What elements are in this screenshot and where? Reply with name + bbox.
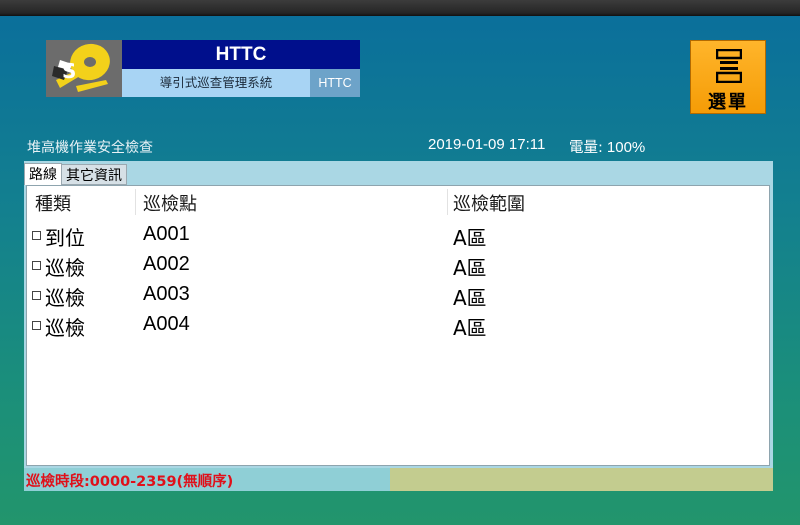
row-checkbox[interactable] [32,321,41,330]
status-bar-right [390,468,773,491]
sd-disc-logo-icon: S [52,43,110,92]
app-logo: S [46,40,122,97]
tab-other-info[interactable]: 其它資訊 [62,164,127,185]
row-point: A002 [143,253,190,275]
row-checkbox[interactable] [32,291,41,300]
menu-list-icon [716,49,742,83]
row-range: A區 [453,256,487,280]
svg-text:S: S [62,59,76,83]
table-row[interactable]: 巡檢 A004 A區 [27,311,769,341]
menu-button-label: 選單 [708,92,748,113]
app-tag: HTTC [310,69,360,97]
tab-bar: 路線 其它資訊 [24,163,127,185]
app-subtitle: 導引式巡查管理系統 [122,69,310,97]
row-range: A區 [453,286,487,310]
app-title: HTTC [122,40,360,69]
menu-button[interactable]: 選單 [690,40,766,114]
time-window-text: 巡檢時段:0000-2359(無順序) [26,474,234,490]
checkpoint-list[interactable]: 種類 巡檢點 巡檢範圍 到位 A001 A區 巡檢 A002 A區 巡檢 A00… [26,185,770,466]
section-title: 堆高機作業安全檢查 [27,140,153,156]
row-type: 到位 [45,226,85,250]
row-checkbox[interactable] [32,261,41,270]
row-point: A003 [143,283,190,305]
row-point: A001 [143,223,190,245]
row-type: 巡檢 [45,316,85,340]
column-divider [135,189,136,215]
table-row[interactable]: 巡檢 A003 A區 [27,281,769,311]
status-bar-time-window: 巡檢時段:0000-2359(無順序) [24,468,390,491]
window-top-bar [0,0,800,16]
row-type: 巡檢 [45,256,85,280]
column-header-type[interactable]: 種類 [35,190,71,216]
datetime-display: 2019-01-09 17:11 [428,136,546,153]
column-header-point[interactable]: 巡檢點 [143,190,197,216]
tab-route[interactable]: 路線 [24,163,62,185]
row-range: A區 [453,316,487,340]
row-point: A004 [143,313,190,335]
row-range: A區 [453,226,487,250]
row-type: 巡檢 [45,286,85,310]
route-panel: 路線 其它資訊 種類 巡檢點 巡檢範圍 到位 A001 A區 巡檢 A002 A… [24,161,773,491]
battery-status: 電量: 100% [569,136,645,157]
column-divider [447,189,448,215]
table-row[interactable]: 巡檢 A002 A區 [27,251,769,281]
row-checkbox[interactable] [32,231,41,240]
column-header-range[interactable]: 巡檢範圍 [453,190,525,216]
battery-value: 100% [606,139,646,156]
battery-label: 電量: [569,140,603,156]
table-row[interactable]: 到位 A001 A區 [27,221,769,251]
